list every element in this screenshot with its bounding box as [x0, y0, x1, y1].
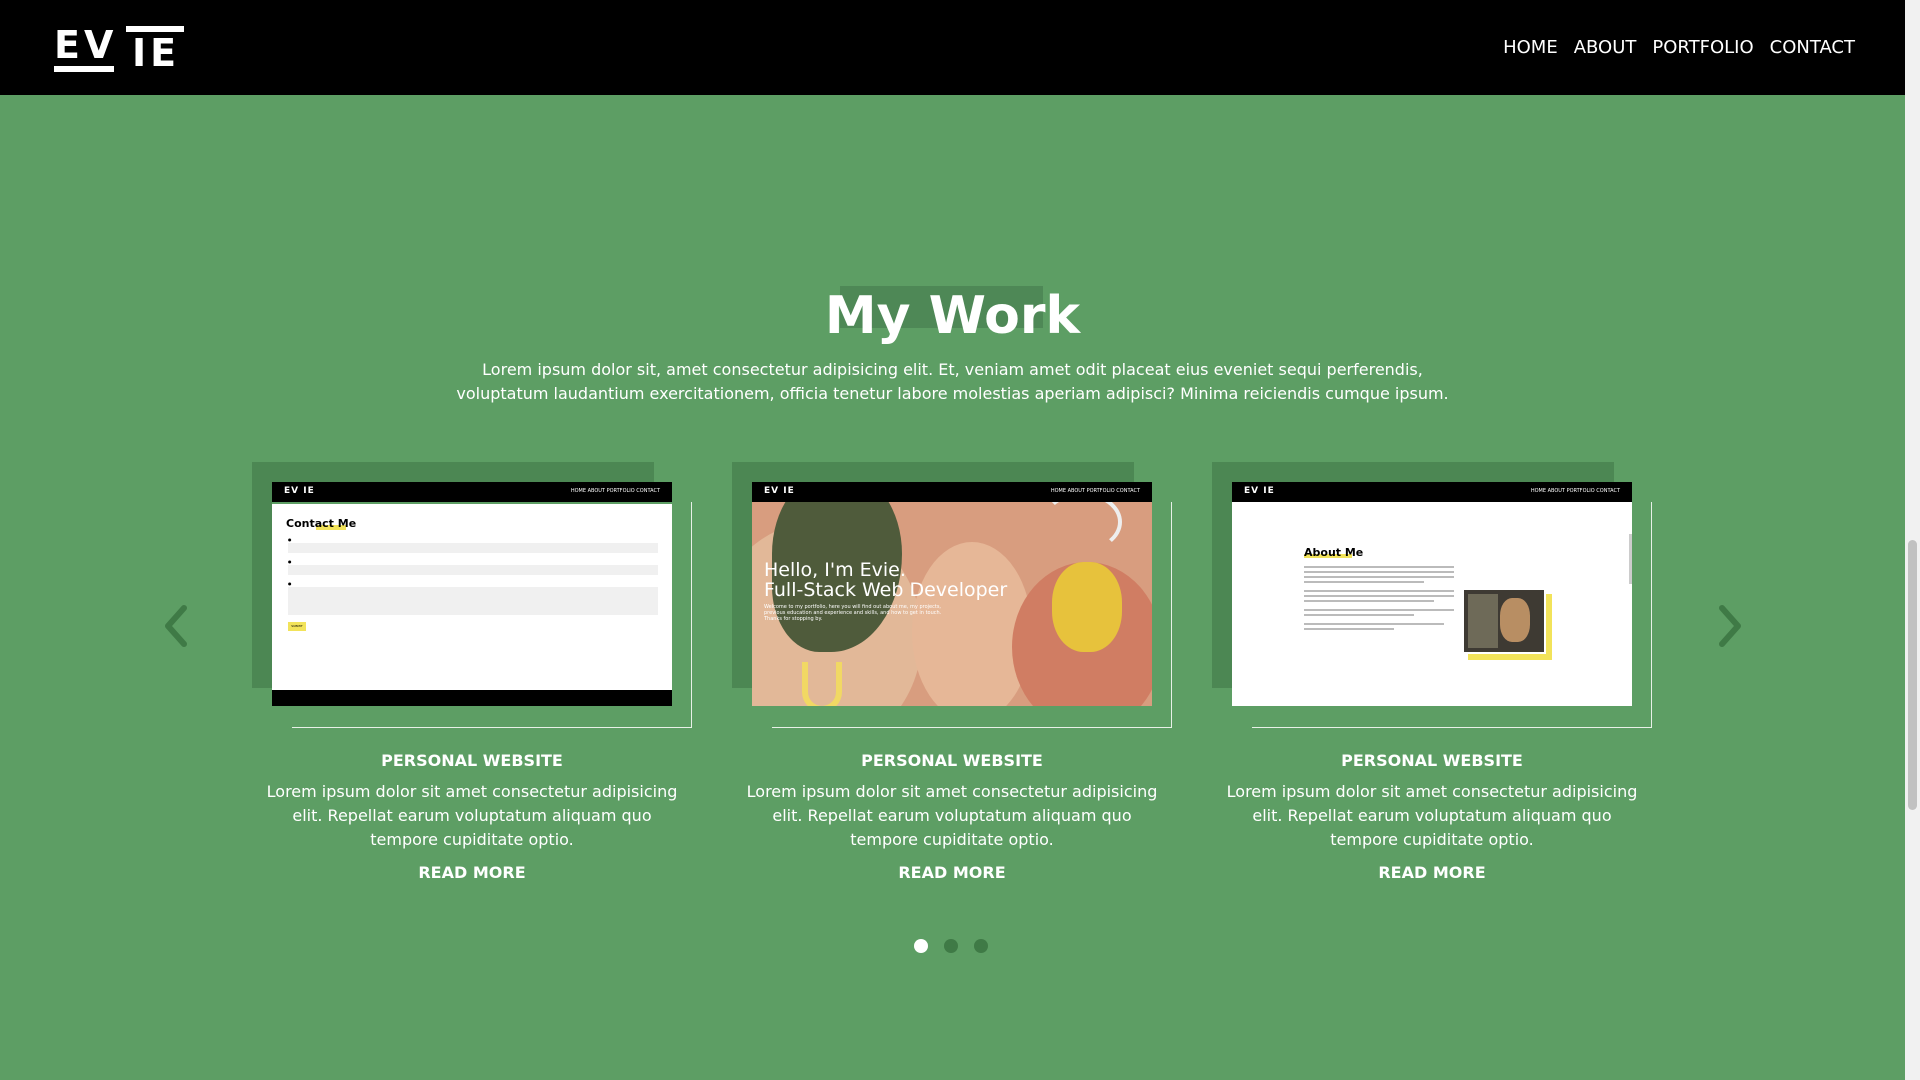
portfolio-card: EV IE HOME ABOUT PORTFOLIO CONTACT About… [1212, 462, 1652, 892]
preview-text-line [1304, 590, 1454, 592]
card-title: PERSONAL WEBSITE [861, 751, 1043, 770]
card-title: PERSONAL WEBSITE [1341, 751, 1523, 770]
preview-nav: EV IE HOME ABOUT PORTFOLIO CONTACT [1232, 482, 1632, 502]
preview-text-line [1304, 595, 1454, 597]
nav-about[interactable]: ABOUT [1574, 36, 1637, 60]
preview-heading: Contact Me [286, 517, 357, 530]
card-description: Lorem ipsum dolor sit amet consectetur a… [746, 782, 1158, 849]
preview-photo-shelf [1468, 594, 1498, 648]
preview-label: ● [288, 537, 292, 542]
carousel-next-button[interactable] [1716, 604, 1744, 648]
preview-hero-text: Hello, I'm Evie. Full-Stack Web Develope… [764, 560, 1007, 600]
project-preview-contact[interactable]: EV IE HOME ABOUT PORTFOLIO CONTACT Conta… [272, 482, 672, 706]
preview-scrollbar [1629, 534, 1632, 584]
logo-bar-bottom [54, 66, 114, 72]
logo-top-letters: EV [54, 23, 118, 67]
carousel-prev-button[interactable] [162, 604, 190, 648]
site-header: EV IE HOME ABOUT PORTFOLIO CONTACT [0, 0, 1905, 95]
preview-hero-line1: Hello, I'm Evie. [764, 559, 906, 581]
carousel-dot-2[interactable] [944, 939, 958, 953]
carousel-dot-1[interactable] [914, 939, 928, 953]
preview-heading: About Me [1304, 546, 1364, 559]
preview-text-line [1304, 581, 1424, 583]
preview-text-line [1304, 576, 1454, 578]
preview-input [288, 543, 658, 553]
preview-links: HOME ABOUT PORTFOLIO CONTACT [570, 488, 660, 494]
read-more-link[interactable]: READ MORE [732, 862, 1172, 884]
nav-home[interactable]: HOME [1503, 36, 1558, 60]
preview-nav: EV IE HOME ABOUT PORTFOLIO CONTACT [752, 482, 1152, 502]
chevron-left-icon [165, 605, 187, 647]
preview-text-line [1304, 566, 1454, 568]
carousel-dot-3[interactable] [974, 939, 988, 953]
chevron-right-icon [1719, 605, 1741, 647]
preview-links: HOME ABOUT PORTFOLIO CONTACT [1050, 488, 1140, 494]
preview-text-line [1304, 571, 1454, 573]
preview-hero-sub: Welcome to my portfolio, here you will f… [764, 604, 942, 622]
main-nav: HOME ABOUT PORTFOLIO CONTACT [1503, 36, 1855, 60]
section-heading: My Work [0, 284, 1905, 348]
read-more-link[interactable]: READ MORE [1212, 862, 1652, 884]
preview-accent-line [272, 502, 672, 504]
preview-logo: EV IE [764, 486, 795, 496]
portfolio-card: EV IE HOME ABOUT PORTFOLIO CONTACT Conta… [252, 462, 692, 892]
preview-text-line [1304, 628, 1394, 630]
preview-text-line [1304, 614, 1414, 616]
preview-shape [1052, 562, 1122, 652]
preview-links: HOME ABOUT PORTFOLIO CONTACT [1530, 488, 1620, 494]
preview-input [288, 565, 658, 575]
card-title: PERSONAL WEBSITE [381, 751, 563, 770]
preview-photo-person [1500, 598, 1530, 642]
preview-submit: SUBMIT [288, 622, 306, 631]
section-title: My Work [824, 286, 1081, 346]
card-description: Lorem ipsum dolor sit amet consectetur a… [1226, 782, 1638, 849]
preview-textarea [288, 587, 658, 615]
logo[interactable]: EV IE [54, 26, 184, 72]
read-more-link[interactable]: READ MORE [252, 862, 692, 884]
carousel-indicators [914, 939, 988, 953]
preview-logo: EV IE [1244, 486, 1275, 496]
page-scrollbar[interactable] [1905, 0, 1920, 1080]
section-intro: Lorem ipsum dolor sit, amet consectetur … [456, 360, 1449, 403]
nav-contact[interactable]: CONTACT [1770, 36, 1855, 60]
card-description: Lorem ipsum dolor sit amet consectetur a… [266, 782, 678, 849]
preview-text-line [1304, 600, 1434, 602]
preview-label: ● [288, 581, 292, 586]
preview-text-line [1304, 609, 1454, 611]
scrollbar-thumb[interactable] [1908, 540, 1917, 810]
preview-hero-line2: Full-Stack Web Developer [764, 579, 1008, 601]
preview-label: ● [288, 559, 292, 564]
preview-shape [802, 662, 842, 706]
preview-nav: EV IE HOME ABOUT PORTFOLIO CONTACT [272, 482, 672, 502]
logo-bottom-letters: IE [132, 31, 181, 75]
nav-portfolio[interactable]: PORTFOLIO [1652, 36, 1753, 60]
portfolio-card: EV IE HOME ABOUT PORTFOLIO CONTACT Hello… [732, 462, 1172, 892]
preview-logo: EV IE [284, 486, 315, 496]
preview-text-line [1304, 623, 1444, 625]
project-preview-about[interactable]: EV IE HOME ABOUT PORTFOLIO CONTACT About… [1232, 482, 1632, 706]
project-preview-home[interactable]: EV IE HOME ABOUT PORTFOLIO CONTACT Hello… [752, 482, 1152, 706]
preview-footer [272, 690, 672, 706]
